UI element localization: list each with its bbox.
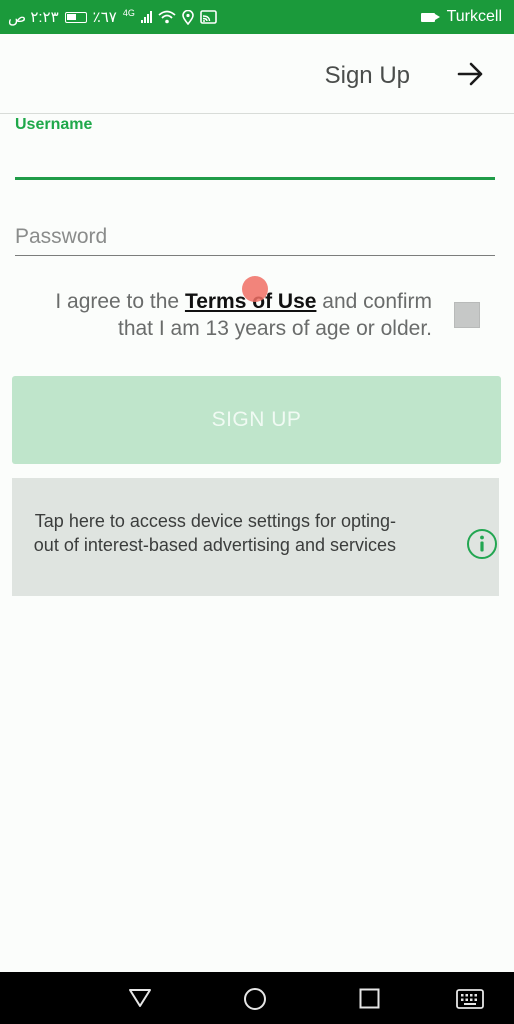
home-circle-icon[interactable] (243, 987, 267, 1011)
network-type: 4G (122, 8, 135, 18)
arrow-right-icon[interactable] (456, 60, 486, 88)
status-right: Turkcell (420, 8, 502, 26)
cast-icon (200, 10, 217, 24)
password-input[interactable] (15, 218, 495, 256)
signup-screen: ٢:٢٣ ص ٪٦٧ 4G Turkcell Sign Up Username … (0, 0, 514, 1024)
touch-indicator (242, 276, 268, 302)
ad-settings-text: Tap here to access device settings for o… (33, 511, 396, 555)
wifi-icon (158, 10, 176, 24)
sign-up-button[interactable]: SIGN UP (12, 376, 501, 464)
recents-square-icon[interactable] (359, 988, 380, 1009)
signal-icon (140, 11, 152, 23)
page-title: Sign Up (324, 62, 410, 89)
terms-prefix: I agree to the (55, 290, 185, 313)
app-bar: Sign Up (0, 34, 514, 114)
location-icon (182, 9, 194, 25)
battery-percent: ٪٦٧ (92, 9, 117, 26)
username-label: Username (15, 116, 93, 133)
info-icon[interactable] (466, 528, 498, 560)
username-input[interactable] (15, 140, 495, 180)
status-bar: ٢:٢٣ ص ٪٦٧ 4G Turkcell (0, 0, 514, 34)
battery-icon (64, 11, 87, 23)
status-left: ٢:٢٣ ص ٪٦٧ 4G (8, 8, 217, 26)
carrier-name: Turkcell (446, 8, 502, 25)
keyboard-icon[interactable] (456, 989, 484, 1009)
ad-settings-panel[interactable]: Tap here to access device settings for o… (12, 478, 499, 596)
back-triangle-icon[interactable] (128, 988, 152, 1008)
terms-checkbox[interactable] (454, 302, 480, 328)
video-camera-icon (420, 12, 440, 22)
status-time: ٢:٢٣ ص (8, 9, 59, 26)
terms-agreement-text: I agree to the Terms of Use and confirm … (20, 288, 432, 342)
navigation-bar (0, 972, 514, 1024)
